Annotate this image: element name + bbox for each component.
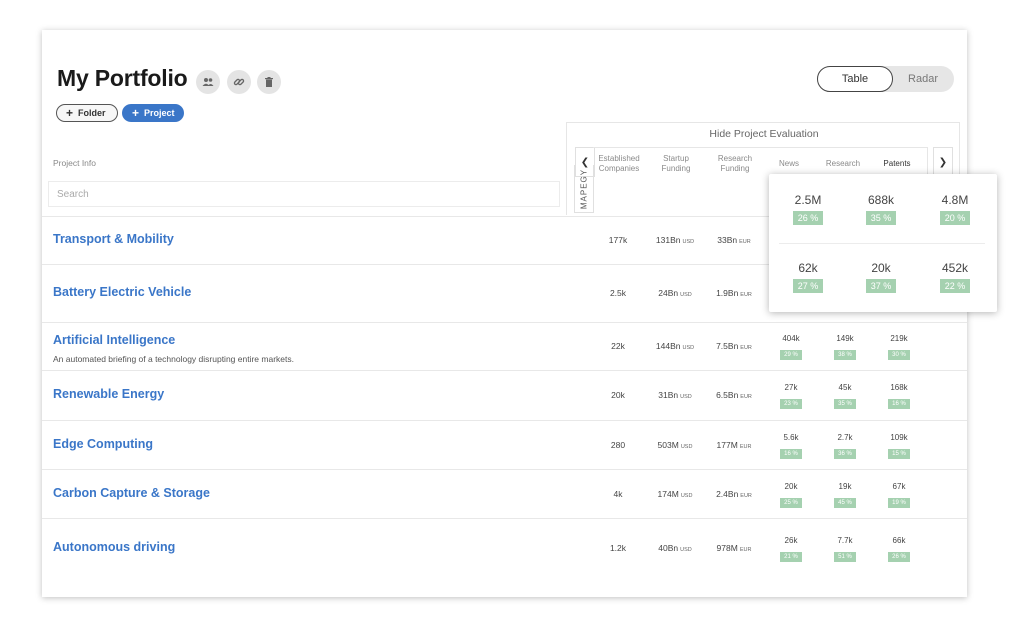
news-metric: 404k 29 % <box>771 334 811 361</box>
news-metric: 26k 21 % <box>771 536 811 563</box>
popup-metric: 62k 27 % <box>783 261 833 294</box>
patents-metric: 168k 16 % <box>879 383 919 410</box>
project-name[interactable]: Artificial Intelligence <box>53 333 175 347</box>
companies-value: 280 <box>610 439 626 450</box>
project-row[interactable]: Renewable Energy 20k 31Bn USD 6.5Bn EUR 27k 23 … <box>42 370 967 421</box>
plus-icon: + <box>66 106 74 120</box>
research-metric: 45k 35 % <box>825 383 865 410</box>
portfolio-card: My Portfolio + Folder + Project Radar Ta… <box>42 30 967 597</box>
popup-metric: 4.8M 20 % <box>940 193 970 225</box>
column-header-startup-funding[interactable]: Startup Funding <box>650 154 702 174</box>
research-funding-value: 1.9Bn EUR <box>716 288 752 298</box>
startup-funding-value: 174M USD <box>657 488 693 499</box>
project-name[interactable]: Edge Computing <box>53 437 153 451</box>
column-header-research[interactable]: Research <box>821 159 865 169</box>
startup-funding-value: 31Bn USD <box>658 390 692 400</box>
people-icon[interactable] <box>196 70 220 94</box>
research-funding-value: 2.4Bn EUR <box>716 488 752 499</box>
popup-metric: 452k 22 % <box>940 261 970 293</box>
companies-value: 20k <box>611 390 625 400</box>
news-metric: 27k 23 % <box>771 383 811 410</box>
patents-metric: 67k 19 % <box>879 482 919 509</box>
research-funding-value: 978M EUR <box>716 543 752 553</box>
project-name[interactable]: Autonomous driving <box>53 540 175 554</box>
patents-metric: 109k 15 % <box>879 433 919 460</box>
project-name[interactable]: Carbon Capture & Storage <box>53 486 210 500</box>
mapegy-label: MAPEGY <box>574 165 594 213</box>
project-description: An automated briefing of a technology di… <box>53 354 294 364</box>
project-name[interactable]: Renewable Energy <box>53 387 164 401</box>
page-title: My Portfolio <box>57 65 188 91</box>
column-header-news[interactable]: News <box>769 159 809 169</box>
table-view-option[interactable]: Table <box>817 66 893 92</box>
radar-view-option[interactable]: Radar <box>885 66 961 92</box>
research-metric: 19k 45 % <box>825 482 865 509</box>
column-header-companies[interactable]: Established Companies <box>593 154 645 174</box>
research-metric: 149k 38 % <box>825 334 865 361</box>
companies-value: 1.2k <box>609 543 627 553</box>
view-toggle: Radar Table <box>817 66 954 92</box>
startup-funding-value: 144Bn USD <box>655 341 695 351</box>
project-row[interactable]: Autonomous driving 1.2k 40Bn USD 978M EUR 26k 2… <box>42 518 967 579</box>
chevron-right-icon[interactable]: ❯ <box>933 147 953 177</box>
companies-value: 22k <box>611 341 625 351</box>
project-row[interactable]: Carbon Capture & Storage 4k 174M USD 2.4Bn EU… <box>42 469 967 519</box>
project-info-label: Project Info <box>53 158 96 168</box>
add-folder-button[interactable]: + Folder <box>56 104 118 122</box>
companies-value: 2.5k <box>609 288 627 298</box>
news-metric: 20k 25 % <box>771 482 811 509</box>
popup-metric: 2.5M 26 % <box>793 193 823 225</box>
add-folder-label: Folder <box>78 108 106 118</box>
popup-metric: 688k 35 % <box>866 193 896 225</box>
hide-evaluation-link[interactable]: Hide Project Evaluation <box>567 128 961 140</box>
project-name[interactable]: Transport & Mobility <box>53 232 174 246</box>
search-input[interactable] <box>48 181 560 207</box>
startup-funding-value: 40Bn USD <box>658 543 692 553</box>
link-icon[interactable] <box>227 70 251 94</box>
news-metric: 5.6k 16 % <box>771 433 811 460</box>
research-funding-value: 6.5Bn EUR <box>716 390 752 400</box>
companies-value: 4k <box>613 488 623 499</box>
project-row[interactable]: Edge Computing 280 503M USD 177M EUR 5.6k 16 % 2… <box>42 420 967 470</box>
column-header-patents[interactable]: Patents <box>875 159 919 169</box>
research-metric: 7.7k 51 % <box>825 536 865 563</box>
startup-funding-value: 131Bn USD <box>655 235 695 245</box>
project-name[interactable]: Battery Electric Vehicle <box>53 285 191 299</box>
startup-funding-value: 503M USD <box>657 439 693 450</box>
column-header-research-funding[interactable]: Research Funding <box>709 154 761 174</box>
research-funding-value: 33Bn EUR <box>717 235 751 245</box>
companies-value: 177k <box>608 235 628 245</box>
research-funding-value: 7.5Bn EUR <box>716 341 752 351</box>
patents-metric: 219k 30 % <box>879 334 919 361</box>
trash-icon[interactable] <box>257 70 281 94</box>
popup-metric: 20k 37 % <box>856 261 906 294</box>
plus-icon: + <box>132 106 140 120</box>
research-metric: 2.7k 36 % <box>825 433 865 460</box>
evaluation-popup: 2.5M 26 % 688k 35 % 4.8M 20 % 62k 27 % 20k 37… <box>769 174 997 312</box>
research-funding-value: 177M EUR <box>716 439 752 450</box>
startup-funding-value: 24Bn USD <box>658 288 692 298</box>
add-project-button[interactable]: + Project <box>122 104 184 122</box>
patents-metric: 66k 26 % <box>879 536 919 563</box>
project-row[interactable]: Artificial Intelligence An automated brie… <box>42 322 967 371</box>
popup-divider <box>779 243 985 244</box>
add-project-label: Project <box>144 108 175 118</box>
